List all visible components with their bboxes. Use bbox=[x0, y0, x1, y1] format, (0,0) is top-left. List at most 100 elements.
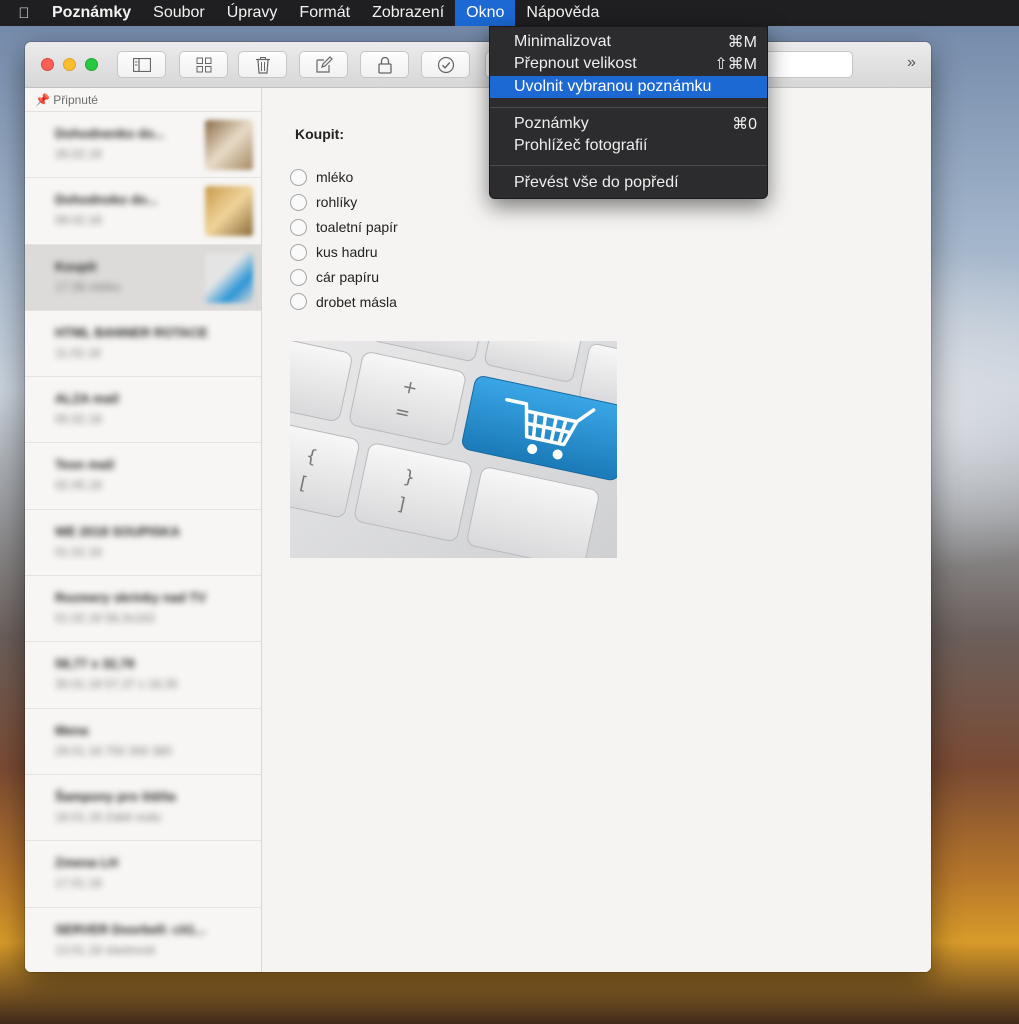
note-list-item[interactable]: 58,77 x 32,78 30.01.18 57,37 x 18,35 bbox=[25, 642, 261, 709]
note-subtitle: 01.02.18 58,3x163 bbox=[55, 611, 155, 626]
note-subtitle: 29.01.18 750 300 380 bbox=[55, 743, 172, 758]
note-title: ALZA mail bbox=[55, 391, 119, 407]
checklist-item-text[interactable]: mléko bbox=[316, 169, 353, 185]
menu-item-minimize[interactable]: Minimalizovat ⌘M bbox=[490, 31, 767, 53]
toolbar-overflow-icon[interactable]: » bbox=[907, 54, 916, 72]
menu-soubor[interactable]: Soubor bbox=[142, 0, 216, 26]
checklist-item-text[interactable]: cár papíru bbox=[316, 269, 379, 285]
menu-item-label: Prohlížeč fotografií bbox=[514, 137, 648, 154]
menu-upravy[interactable]: Úpravy bbox=[216, 0, 289, 26]
menu-separator bbox=[490, 165, 767, 166]
checklist: mléko rohlíky toaletní papír kus hadru c… bbox=[290, 165, 398, 314]
menu-item-shortcut: ⌘0 bbox=[732, 116, 757, 133]
note-title: Koupit bbox=[55, 258, 97, 274]
note-list-item[interactable]: Šampony pro štěňa 18.01.18 Zabit vodu bbox=[25, 775, 261, 842]
note-list-item[interactable]: Tesn mail 02.05.18 bbox=[25, 443, 261, 510]
lock-icon bbox=[377, 56, 392, 74]
checklist-item: toaletní papír bbox=[290, 215, 398, 240]
note-title: 58,77 x 32,78 bbox=[55, 656, 135, 672]
toggle-sidebar-button[interactable] bbox=[117, 51, 166, 78]
note-list-item-selected[interactable]: Koupit 17:38 mléko bbox=[25, 244, 261, 311]
attachments-browser-button[interactable] bbox=[179, 51, 228, 78]
checkbox-circle[interactable] bbox=[290, 243, 307, 261]
notes-window: » 📌 Připnuté Dohodnenko do... 26.02.18 D… bbox=[25, 42, 931, 972]
checkbox-circle[interactable] bbox=[290, 193, 307, 211]
trash-icon bbox=[255, 56, 270, 74]
menu-format[interactable]: Formát bbox=[288, 0, 361, 26]
checklist-button[interactable] bbox=[421, 51, 470, 78]
note-subtitle: 11.02.18 bbox=[55, 345, 101, 360]
checklist-item: mléko bbox=[290, 165, 398, 190]
zoom-window-button[interactable] bbox=[85, 58, 98, 71]
checklist-item: kus hadru bbox=[290, 240, 398, 265]
checklist-item-text[interactable]: toaletní papír bbox=[316, 219, 398, 235]
note-list-item[interactable]: HTML BANNER ROTACE 11.02.18 bbox=[25, 311, 261, 378]
grid-icon bbox=[196, 57, 211, 72]
menu-napoveda[interactable]: Nápověda bbox=[515, 0, 610, 26]
note-title: Rozmery skrinky nad TV bbox=[55, 590, 206, 606]
note-subtitle: 30.01.18 57,37 x 18,35 bbox=[55, 677, 178, 692]
menu-item-shortcut: ⇧⌘M bbox=[714, 56, 757, 73]
note-list-item[interactable]: Rozmery skrinky nad TV 01.02.18 58,3x163 bbox=[25, 576, 261, 643]
checkbox-circle[interactable] bbox=[290, 168, 307, 186]
menu-item-photo-browser[interactable]: Prohlížeč fotografií bbox=[490, 135, 767, 157]
note-thumbnail bbox=[205, 120, 253, 170]
menu-app-name[interactable]: Poznámky bbox=[34, 0, 142, 26]
checkbox-circle[interactable] bbox=[290, 268, 307, 286]
checkbox-circle[interactable] bbox=[290, 293, 307, 311]
note-title: WE 2018 SOUPISKA bbox=[55, 523, 180, 539]
note-editor[interactable]: Koupit: mléko rohlíky toaletní papír kus… bbox=[263, 88, 931, 972]
note-list-item[interactable]: Dohodnoko do... 09.02.18 bbox=[25, 178, 261, 245]
note-subtitle: 09.02.18 bbox=[55, 213, 102, 228]
okno-menu-dropdown: Minimalizovat ⌘M Přepnout velikost ⇧⌘M U… bbox=[489, 26, 768, 199]
note-title: Mena bbox=[55, 722, 89, 738]
note-thumbnail bbox=[205, 252, 253, 303]
lock-note-button[interactable] bbox=[360, 51, 409, 78]
checklist-icon bbox=[437, 56, 454, 73]
menu-okno[interactable]: Okno bbox=[455, 0, 516, 26]
menu-item-label: Minimalizovat bbox=[514, 33, 611, 50]
apple-menu-icon[interactable]:  bbox=[0, 5, 34, 22]
menu-item-label: Uvolnit vybranou poznámku bbox=[514, 78, 712, 95]
checklist-item-text[interactable]: drobet másla bbox=[316, 294, 397, 310]
checklist-item-text[interactable]: rohlíky bbox=[316, 194, 357, 210]
checklist-item-text[interactable]: kus hadru bbox=[316, 244, 377, 260]
close-window-button[interactable] bbox=[41, 58, 54, 71]
note-subtitle: 05.02.18 bbox=[55, 412, 102, 427]
menu-item-notes[interactable]: Poznámky ⌘0 bbox=[490, 113, 767, 135]
menu-item-toggle-size[interactable]: Přepnout velikost ⇧⌘M bbox=[490, 53, 767, 75]
note-list-item[interactable]: Zmena LH 17.01.18 bbox=[25, 841, 261, 908]
checklist-item: drobet másla bbox=[290, 289, 398, 314]
checklist-item: rohlíky bbox=[290, 190, 398, 215]
menu-item-release-note[interactable]: Uvolnit vybranou poznámku bbox=[490, 76, 767, 98]
note-title: Dohodnenko do... bbox=[55, 126, 165, 141]
keyboard-cart-image[interactable]: + = { [ } ] bbox=[290, 341, 617, 558]
note-subtitle: 17.01.18 bbox=[55, 876, 102, 891]
note-list-item[interactable]: SERVER Doorbell: cit1... 13.01.18 vlastn… bbox=[25, 908, 261, 972]
note-subtitle: 13.01.18 vlastnosti bbox=[55, 942, 156, 957]
menu-item-shortcut: ⌘M bbox=[727, 34, 757, 51]
delete-note-button[interactable] bbox=[238, 51, 287, 78]
note-subtitle: 18.01.18 Zabit vodu bbox=[55, 809, 162, 824]
menu-item-label: Poznámky bbox=[514, 115, 589, 132]
note-subtitle: 01.02.18 bbox=[55, 544, 102, 559]
note-list-item[interactable]: Mena 29.01.18 750 300 380 bbox=[25, 709, 261, 775]
note-list-item[interactable]: ALZA mail 05.02.18 bbox=[25, 377, 261, 444]
new-note-button[interactable] bbox=[299, 51, 348, 78]
note-subtitle: 17:38 mléko bbox=[55, 279, 121, 294]
minimize-window-button[interactable] bbox=[63, 58, 76, 71]
note-title: Zmena LH bbox=[55, 855, 118, 871]
sidebar-icon bbox=[132, 57, 151, 72]
menu-zobrazeni[interactable]: Zobrazení bbox=[361, 0, 455, 26]
notes-sidebar: 📌 Připnuté Dohodnenko do... 26.02.18 Doh… bbox=[25, 88, 262, 972]
note-title: Tesn mail bbox=[55, 457, 115, 473]
checkbox-circle[interactable] bbox=[290, 218, 307, 236]
checklist-item: cár papíru bbox=[290, 265, 398, 290]
note-list-item[interactable]: WE 2018 SOUPISKA 01.02.18 bbox=[25, 510, 261, 577]
menu-item-bring-all-to-front[interactable]: Převést vše do popředí bbox=[490, 172, 767, 194]
title-bar: » bbox=[25, 42, 931, 88]
note-list-item[interactable]: Dohodnenko do... 26.02.18 bbox=[25, 112, 261, 179]
menu-item-label: Přepnout velikost bbox=[514, 55, 637, 72]
note-subtitle: 26.02.18 bbox=[55, 147, 102, 161]
pinned-section-label: 📌 Připnuté bbox=[25, 88, 261, 112]
